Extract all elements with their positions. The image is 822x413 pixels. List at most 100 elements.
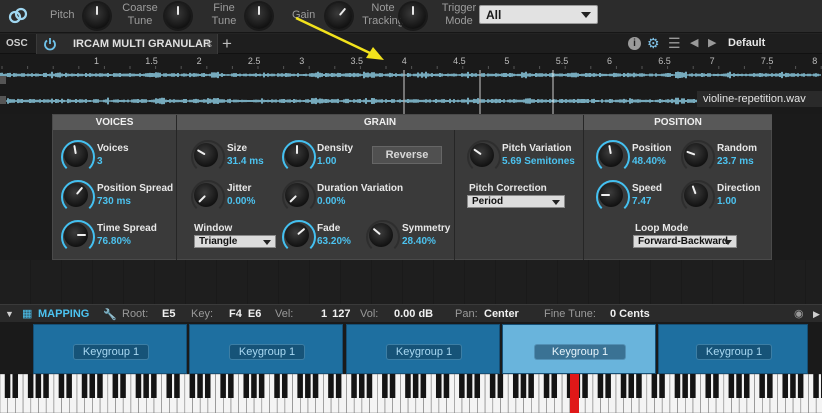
- black-key[interactable]: [66, 374, 72, 398]
- black-key[interactable]: [782, 374, 789, 398]
- black-key[interactable]: [81, 374, 88, 398]
- pitch-correction-select[interactable]: Period: [467, 195, 565, 208]
- keygroup-region[interactable]: Keygroup 1: [346, 324, 500, 374]
- black-key[interactable]: [605, 374, 611, 398]
- black-key[interactable]: [466, 374, 473, 398]
- black-key[interactable]: [174, 374, 180, 398]
- pitch-knob[interactable]: [84, 3, 110, 29]
- black-key[interactable]: [528, 374, 534, 398]
- black-key[interactable]: [474, 374, 481, 398]
- loop-mode-select[interactable]: Forward-Backward: [633, 235, 737, 248]
- expand-icon[interactable]: ▶: [813, 309, 820, 320]
- black-key[interactable]: [135, 374, 142, 398]
- voices-knob[interactable]: [64, 143, 88, 167]
- black-key[interactable]: [43, 374, 49, 398]
- black-key[interactable]: [382, 374, 388, 398]
- black-key[interactable]: [405, 374, 411, 398]
- jitter-knob[interactable]: [194, 183, 218, 207]
- collapse-icon[interactable]: ▼: [5, 309, 14, 319]
- black-key[interactable]: [767, 374, 773, 398]
- power-icon[interactable]: [43, 37, 57, 51]
- fine-tune-knob[interactable]: [246, 3, 272, 29]
- tab-ircam-multi-granular[interactable]: IRCAM MULTI GRANULAR ×: [36, 34, 218, 54]
- black-key[interactable]: [420, 374, 427, 398]
- black-key[interactable]: [97, 374, 103, 398]
- direction-knob[interactable]: [684, 183, 708, 207]
- black-key[interactable]: [228, 374, 234, 398]
- root-value[interactable]: E5: [162, 308, 175, 320]
- gear-icon[interactable]: ⚙: [647, 35, 660, 52]
- density-knob[interactable]: [285, 143, 309, 167]
- black-key[interactable]: [89, 374, 96, 398]
- black-key[interactable]: [690, 374, 696, 398]
- black-key[interactable]: [659, 374, 665, 398]
- key-range-value[interactable]: F4 E6: [229, 308, 261, 320]
- preset-name[interactable]: Default: [728, 37, 765, 49]
- random-knob[interactable]: [684, 143, 708, 167]
- black-key[interactable]: [512, 374, 519, 398]
- black-key[interactable]: [312, 374, 319, 398]
- menu-icon[interactable]: ☰: [668, 35, 681, 52]
- piano-keyboard[interactable]: [0, 374, 822, 413]
- black-key[interactable]: [35, 374, 42, 398]
- black-key[interactable]: [258, 374, 265, 398]
- pan-value[interactable]: Center: [484, 308, 519, 320]
- black-key[interactable]: [682, 374, 688, 398]
- add-tab-icon[interactable]: +: [222, 34, 232, 54]
- size-knob[interactable]: [194, 143, 218, 167]
- black-key[interactable]: [220, 374, 226, 398]
- keygroup-region[interactable]: Keygroup 1: [189, 324, 343, 374]
- time-spread-knob[interactable]: [64, 223, 88, 247]
- black-key[interactable]: [166, 374, 173, 398]
- black-key[interactable]: [251, 374, 257, 398]
- black-key[interactable]: [112, 374, 119, 398]
- black-key[interactable]: [713, 374, 719, 398]
- pressed-key[interactable]: [570, 374, 579, 413]
- black-key[interactable]: [736, 374, 742, 398]
- next-preset-icon[interactable]: ▶: [708, 36, 716, 49]
- black-key[interactable]: [620, 374, 627, 398]
- black-key[interactable]: [389, 374, 396, 398]
- black-key[interactable]: [412, 374, 419, 398]
- black-key[interactable]: [204, 374, 211, 398]
- black-key[interactable]: [543, 374, 550, 398]
- duration-variation-knob[interactable]: [285, 183, 309, 207]
- black-key[interactable]: [597, 374, 604, 398]
- black-key[interactable]: [728, 374, 735, 398]
- note-tracking-knob[interactable]: [400, 3, 426, 29]
- black-key[interactable]: [797, 374, 804, 398]
- wrench-icon[interactable]: 🔧: [103, 308, 117, 321]
- black-key[interactable]: [335, 374, 342, 398]
- coarse-tune-knob[interactable]: [165, 3, 191, 29]
- black-key[interactable]: [305, 374, 311, 398]
- black-key[interactable]: [151, 374, 157, 398]
- black-key[interactable]: [27, 374, 34, 398]
- info-icon[interactable]: i: [628, 37, 641, 50]
- symmetry-knob[interactable]: [369, 223, 393, 247]
- black-key[interactable]: [328, 374, 334, 398]
- black-key[interactable]: [12, 374, 19, 398]
- keygroup-region[interactable]: Keygroup 1: [658, 324, 808, 374]
- black-key[interactable]: [636, 374, 642, 398]
- link-icon[interactable]: [8, 6, 28, 26]
- black-key[interactable]: [674, 374, 681, 398]
- fine-tune-value[interactable]: 0 Cents: [610, 308, 650, 320]
- black-key[interactable]: [120, 374, 126, 398]
- black-key[interactable]: [366, 374, 373, 398]
- black-key[interactable]: [705, 374, 712, 398]
- black-key[interactable]: [759, 374, 765, 398]
- volume-value[interactable]: 0.00 dB: [394, 308, 433, 320]
- black-key[interactable]: [497, 374, 504, 398]
- black-key[interactable]: [435, 374, 442, 398]
- fade-knob[interactable]: [285, 223, 309, 247]
- black-key[interactable]: [813, 374, 819, 398]
- black-key[interactable]: [197, 374, 203, 398]
- reverse-button[interactable]: Reverse: [372, 146, 442, 164]
- black-key[interactable]: [582, 374, 588, 398]
- trigger-mode-select[interactable]: All: [479, 5, 598, 24]
- black-key[interactable]: [243, 374, 250, 398]
- black-key[interactable]: [743, 374, 750, 398]
- black-key[interactable]: [189, 374, 196, 398]
- black-key[interactable]: [443, 374, 450, 398]
- close-icon[interactable]: ×: [205, 36, 213, 51]
